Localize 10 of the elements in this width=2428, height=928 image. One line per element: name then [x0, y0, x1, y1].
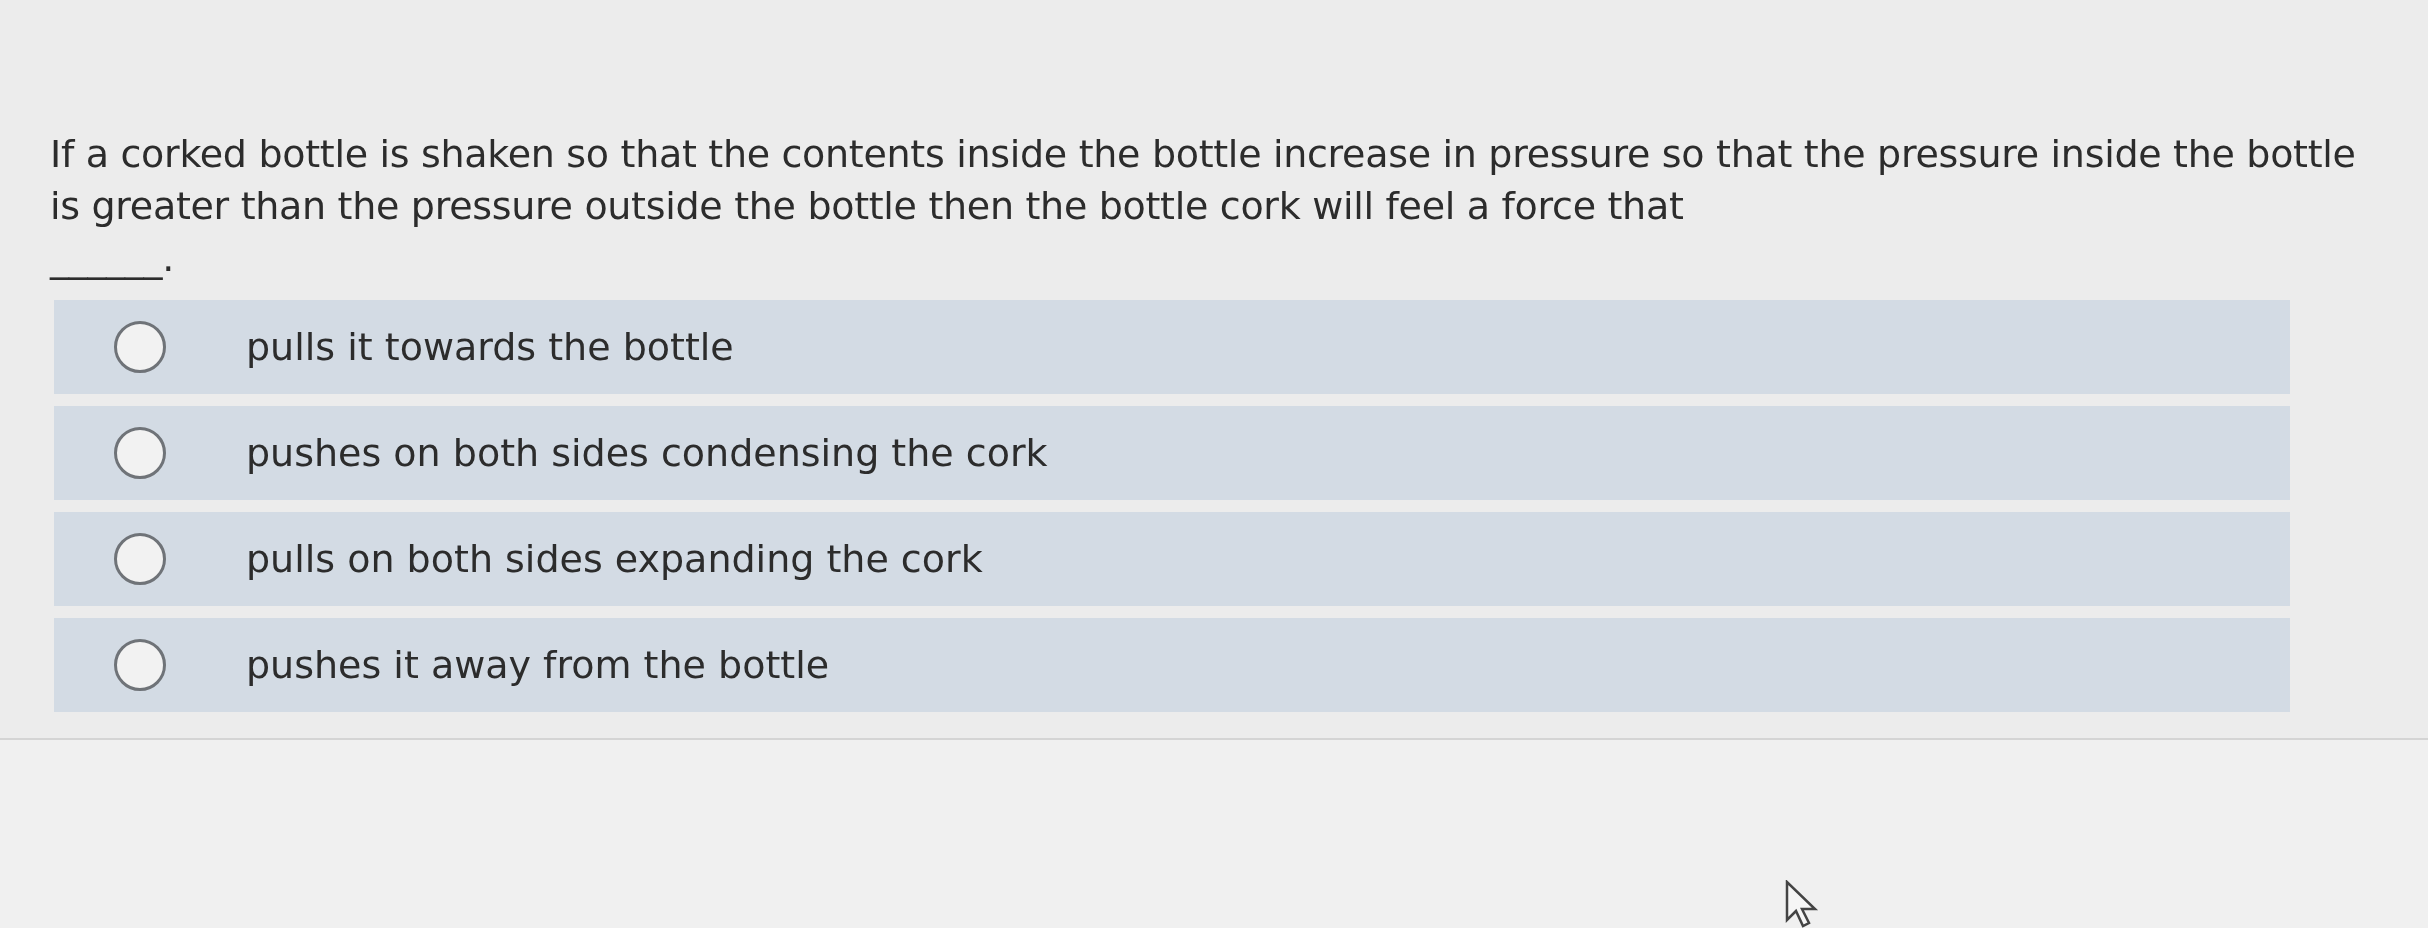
- answer-option[interactable]: pulls on both sides expanding the cork: [54, 512, 2290, 606]
- radio-button[interactable]: [114, 321, 166, 373]
- radio-button[interactable]: [114, 533, 166, 585]
- question-text: If a corked bottle is shaken so that the contents inside the bottle increase in pressure so that the pressure inside the bottle is greater than the pressure outside the bottle then the bottle cork will feel a force that ______.: [50, 128, 2368, 284]
- answer-option[interactable]: pushes it away from the bottle: [54, 618, 2290, 712]
- answer-blank: ______.: [50, 235, 175, 282]
- answer-option[interactable]: pushes on both sides condensing the cork: [54, 406, 2290, 500]
- radio-button[interactable]: [114, 427, 166, 479]
- radio-button[interactable]: [114, 639, 166, 691]
- answer-option[interactable]: pulls it towards the bottle: [54, 300, 2290, 394]
